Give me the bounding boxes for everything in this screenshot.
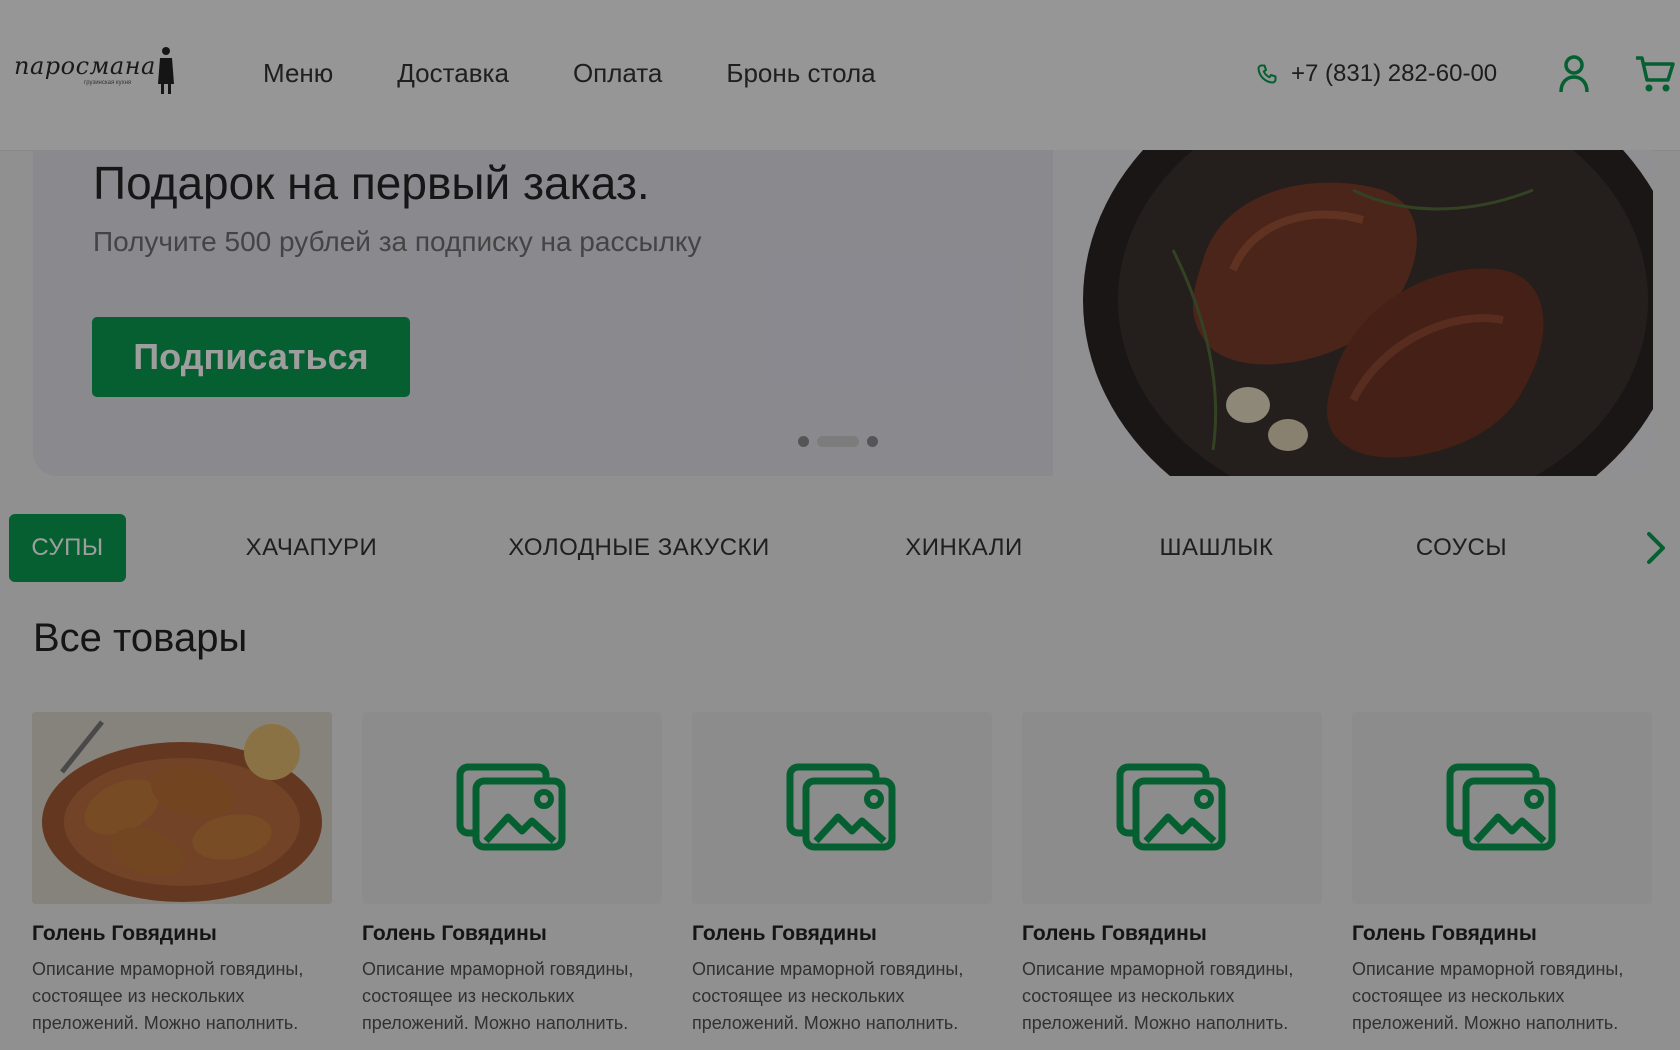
- image-placeholder-icon: [786, 763, 896, 851]
- product-description: Описание мраморной говядины, состоящее и…: [1022, 959, 1294, 1033]
- product-title[interactable]: Голень Говядины: [1022, 922, 1322, 946]
- slider-dot-active[interactable]: [817, 436, 859, 447]
- site-logo[interactable]: паросмана грузинская кухня: [14, 46, 184, 98]
- image-placeholder-icon: [1116, 763, 1226, 851]
- product-image[interactable]: [1352, 712, 1652, 904]
- nav-menu[interactable]: Меню: [263, 58, 333, 89]
- slider-dots: [798, 436, 878, 447]
- product-card[interactable]: Голень Говядины Описание мраморной говяд…: [362, 712, 662, 1037]
- cart-icon[interactable]: [1634, 54, 1676, 94]
- site-header: паросмана грузинская кухня Меню Доставка…: [0, 0, 1680, 150]
- tab-soups[interactable]: СУПЫ: [9, 514, 126, 582]
- section-title: Все товары: [33, 616, 248, 660]
- promo-banner: Подарок на первый заказ. Получите 500 ру…: [33, 150, 1653, 476]
- product-card[interactable]: Голень Говядины Описание мраморной говяд…: [32, 712, 332, 1037]
- product-image[interactable]: [1022, 712, 1322, 904]
- product-title[interactable]: Голень Говядины: [32, 922, 332, 946]
- product-image[interactable]: [32, 712, 332, 904]
- steak-pan-image: [1053, 150, 1653, 476]
- nav-table-booking[interactable]: Бронь стола: [726, 58, 875, 89]
- slider-dot[interactable]: [867, 436, 878, 447]
- logo-figure-icon: [158, 47, 174, 94]
- image-placeholder-icon: [456, 763, 566, 851]
- chevron-right-icon[interactable]: [1637, 530, 1673, 566]
- product-description: Описание мраморной говядины, состоящее и…: [362, 959, 634, 1033]
- user-icon[interactable]: [1558, 54, 1590, 94]
- logo-text: паросмана: [14, 52, 156, 80]
- phone-number: +7 (831) 282-60-00: [1291, 60, 1498, 87]
- product-image[interactable]: [362, 712, 662, 904]
- product-card[interactable]: Голень Говядины Описание мраморной говяд…: [692, 712, 992, 1037]
- tab-khinkali[interactable]: ХИНКАЛИ: [874, 514, 1054, 582]
- tab-shashlik[interactable]: ШАШЛЫК: [1129, 514, 1304, 582]
- tab-khachapuri[interactable]: ХАЧАПУРИ: [209, 514, 414, 582]
- banner-subtitle: Получите 500 рублей за подписку на рассы…: [93, 226, 702, 257]
- logo-subtext: грузинская кухня: [84, 80, 132, 86]
- product-description: Описание мраморной говядины, состоящее и…: [692, 959, 964, 1033]
- product-title[interactable]: Голень Говядины: [1352, 922, 1652, 946]
- product-title[interactable]: Голень Говядины: [362, 922, 662, 946]
- image-placeholder-icon: [1446, 763, 1556, 851]
- subscribe-button[interactable]: Подписаться: [92, 317, 410, 397]
- product-card[interactable]: Голень Говядины Описание мраморной говяд…: [1022, 712, 1322, 1037]
- phone-icon: [1257, 64, 1277, 84]
- nav-delivery[interactable]: Доставка: [397, 58, 509, 89]
- product-title[interactable]: Голень Говядины: [692, 922, 992, 946]
- tab-cold-appetizers[interactable]: ХОЛОДНЫЕ ЗАКУСКИ: [489, 514, 789, 582]
- slider-dot[interactable]: [798, 436, 809, 447]
- phone-link[interactable]: +7 (831) 282-60-00: [1255, 60, 1497, 88]
- chicken-legs-image: [32, 712, 332, 904]
- product-card[interactable]: Голень Говядины Описание мраморной говяд…: [1352, 712, 1652, 1037]
- category-tabs: СУПЫ ХАЧАПУРИ ХОЛОДНЫЕ ЗАКУСКИ ХИНКАЛИ Ш…: [9, 514, 1669, 584]
- banner-title: Подарок на первый заказ.: [93, 157, 650, 209]
- tab-sauces[interactable]: СОУСЫ: [1379, 514, 1544, 582]
- product-description: Описание мраморной говядины, состоящее и…: [1352, 959, 1624, 1033]
- main-nav: Меню Доставка Оплата Бронь стола: [263, 58, 876, 89]
- product-description: Описание мраморной говядины, состоящее и…: [32, 959, 304, 1033]
- product-image[interactable]: [692, 712, 992, 904]
- nav-payment[interactable]: Оплата: [573, 58, 662, 89]
